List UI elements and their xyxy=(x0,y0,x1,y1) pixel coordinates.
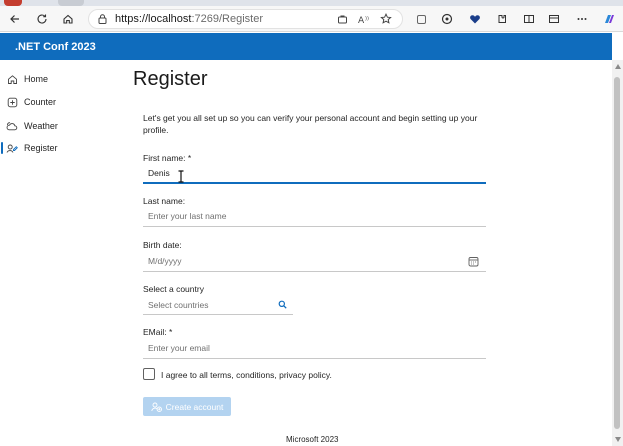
extension-icon xyxy=(416,14,426,24)
arrow-left-icon xyxy=(10,15,19,23)
copilot-icon xyxy=(605,15,614,23)
split-screen-icon xyxy=(524,15,534,23)
home-icon xyxy=(6,73,18,85)
calendar-icon[interactable] xyxy=(468,256,479,267)
text-cursor-icon xyxy=(178,170,184,183)
sidebar-item-home[interactable]: Home xyxy=(0,69,118,89)
copilot-button[interactable] xyxy=(600,10,618,28)
create-account-label: Create account xyxy=(165,401,224,412)
birth-date-field[interactable] xyxy=(143,252,486,272)
split-screen-button[interactable] xyxy=(520,10,538,28)
agree-label[interactable]: I agree to all terms, conditions, privac… xyxy=(161,370,332,380)
back-button[interactable] xyxy=(6,10,24,28)
sidebar-item-label: Weather xyxy=(24,121,58,131)
add-person-icon xyxy=(151,402,162,412)
scroll-down-arrow-icon[interactable] xyxy=(615,437,621,442)
search-icon[interactable] xyxy=(278,300,287,309)
lock-icon xyxy=(98,14,107,24)
sidebar-item-label: Register xyxy=(24,143,58,153)
tracking-button[interactable] xyxy=(438,10,456,28)
extension-button[interactable] xyxy=(412,10,430,28)
email-input[interactable] xyxy=(148,343,468,353)
puzzle-icon xyxy=(498,15,506,23)
birth-date-label: Birth date: xyxy=(143,240,182,250)
register-icon xyxy=(6,142,18,154)
footer-text: Microsoft 2023 xyxy=(286,435,339,444)
plus-square-icon xyxy=(6,96,18,108)
collections-button[interactable] xyxy=(545,10,563,28)
sidebar-item-register[interactable]: Register xyxy=(0,138,118,158)
extensions-button[interactable] xyxy=(493,10,511,28)
page-title: Register xyxy=(133,68,208,90)
sidebar-item-label: Counter xyxy=(24,97,57,107)
first-name-label: First name: * xyxy=(143,153,192,163)
last-name-field[interactable] xyxy=(143,207,486,227)
first-name-input[interactable] xyxy=(148,168,468,178)
more-icon xyxy=(577,18,587,20)
first-name-field[interactable] xyxy=(143,164,486,184)
sidebar-item-counter[interactable]: Counter xyxy=(0,92,118,112)
browser-toolbar: https://localhost:7269/Register A)) xyxy=(0,6,623,32)
favorites-button[interactable] xyxy=(466,10,484,28)
svg-text:)): )) xyxy=(365,16,369,22)
sidebar-item-weather[interactable]: Weather xyxy=(0,116,118,136)
home-icon xyxy=(63,14,73,24)
address-bar[interactable]: https://localhost:7269/Register A)) xyxy=(88,9,403,29)
intro-text: Let's get you all set up so you can veri… xyxy=(143,113,478,135)
svg-text:A: A xyxy=(358,16,365,25)
create-account-button[interactable]: Create account xyxy=(143,397,231,416)
country-label: Select a country xyxy=(143,284,204,294)
collections-icon xyxy=(549,15,559,23)
sidebar-item-label: Home xyxy=(24,74,49,84)
heart-icon xyxy=(470,15,480,24)
birth-date-input[interactable] xyxy=(148,256,468,266)
agree-checkbox[interactable] xyxy=(143,368,155,380)
refresh-button[interactable] xyxy=(33,10,51,28)
sidebar: Home Counter Weather Register xyxy=(0,60,118,446)
app-available-icon[interactable] xyxy=(337,14,348,25)
refresh-icon xyxy=(37,14,47,24)
scroll-thumb[interactable] xyxy=(614,77,620,429)
favorite-star-icon[interactable] xyxy=(380,13,392,25)
shield-icon xyxy=(441,13,453,25)
read-aloud-icon[interactable]: A)) xyxy=(358,14,371,25)
brand-title[interactable]: .NET Conf 2023 xyxy=(15,41,96,53)
app-header: .NET Conf 2023 xyxy=(0,33,612,60)
last-name-input[interactable] xyxy=(148,211,468,221)
last-name-label: Last name: xyxy=(143,196,186,206)
country-input[interactable] xyxy=(148,300,268,310)
email-label: EMail: * xyxy=(143,327,173,337)
more-button[interactable] xyxy=(573,10,591,28)
country-field[interactable] xyxy=(143,297,293,315)
home-button[interactable] xyxy=(59,10,77,28)
email-field[interactable] xyxy=(143,339,486,359)
weather-icon xyxy=(6,120,18,132)
url-text: https://localhost:7269/Register xyxy=(115,13,263,25)
scroll-up-arrow-icon[interactable] xyxy=(615,64,621,69)
